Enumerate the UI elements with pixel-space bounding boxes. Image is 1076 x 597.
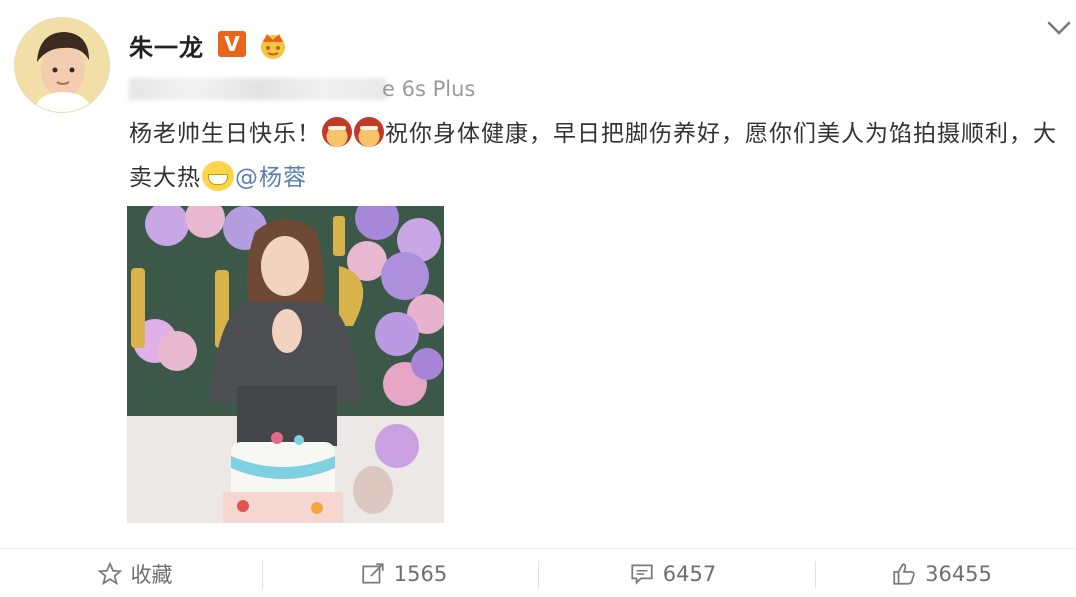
- like-button[interactable]: 36455: [807, 549, 1076, 597]
- chevron-down-icon[interactable]: [1044, 17, 1074, 41]
- comment-count: 6457: [662, 561, 717, 586]
- grin-emoji: [202, 160, 234, 191]
- action-bar: 收藏 1565 6457 36455: [0, 548, 1076, 597]
- crown-icon: [261, 34, 285, 59]
- thumbs-up-icon: [893, 562, 915, 585]
- cake-emoji: [322, 116, 352, 147]
- star-icon: [96, 561, 123, 585]
- author-name[interactable]: 朱一龙: [129, 28, 204, 63]
- mention-link[interactable]: @杨蓉: [235, 165, 307, 191]
- comment-icon: [631, 563, 653, 585]
- repost-button[interactable]: 1565: [269, 549, 538, 597]
- post-photo[interactable]: [127, 206, 444, 523]
- birthday-photo: [127, 206, 444, 523]
- like-count: 36455: [925, 561, 992, 586]
- weibo-post-card: 朱一龙 V e 6s Plus 杨老帅生日快乐！ 祝你身体健康，早日把脚伤养好，愿…: [0, 0, 1076, 597]
- favorite-label: 收藏: [130, 562, 173, 587]
- avatar-portrait: [15, 18, 109, 112]
- comment-button[interactable]: 6457: [538, 549, 807, 597]
- post-source: e 6s Plus: [382, 77, 476, 101]
- divider: [262, 561, 263, 589]
- avatar[interactable]: [14, 17, 110, 113]
- cake-emoji: [354, 116, 384, 147]
- post-meta: e 6s Plus: [129, 76, 509, 102]
- repost-count: 1565: [393, 561, 448, 586]
- post-text-part1: 杨老帅生日快乐！: [129, 121, 321, 147]
- blurred-timestamp: [129, 78, 387, 100]
- verified-v-icon: V: [218, 31, 246, 57]
- post-text: 杨老帅生日快乐！ 祝你身体健康，早日把脚伤养好，愿你们美人为馅拍摄顺利，大卖大热 @…: [129, 112, 1069, 200]
- repost-icon: [362, 562, 384, 584]
- favorite-button[interactable]: 收藏: [0, 549, 269, 597]
